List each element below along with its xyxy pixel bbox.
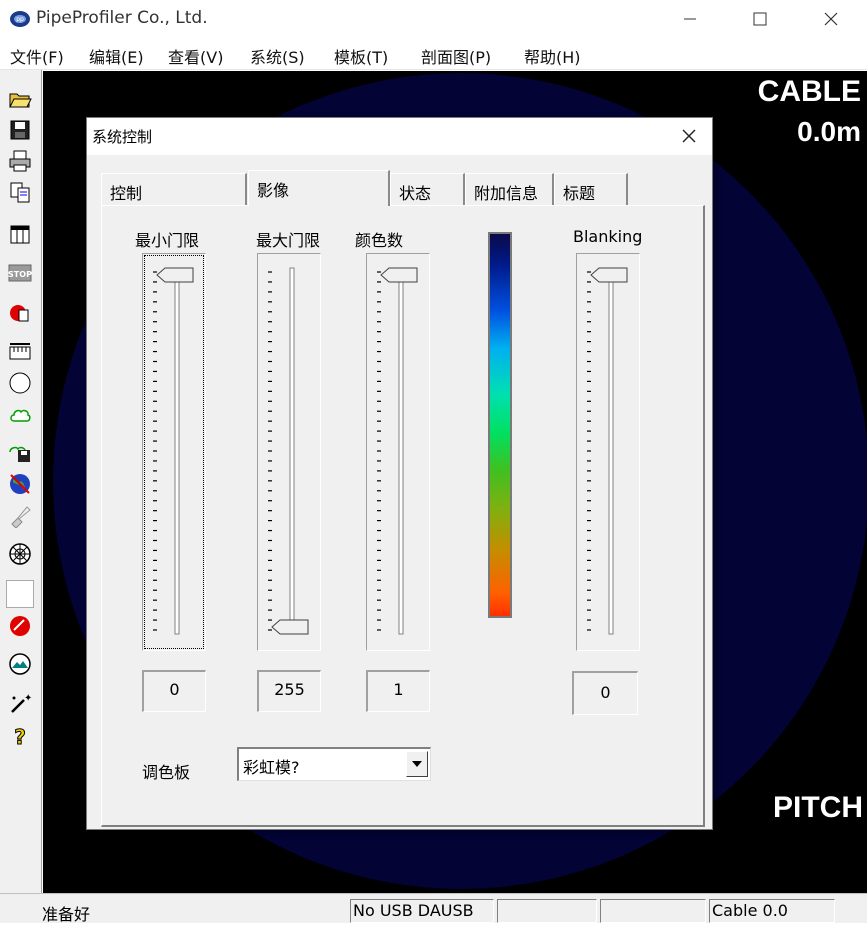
circle-icon[interactable] xyxy=(6,369,34,397)
color-palette-preview xyxy=(488,232,512,618)
calendar-icon[interactable] xyxy=(6,220,34,248)
min-threshold-value: 0 xyxy=(142,670,206,712)
menu-file[interactable]: 文件(F) xyxy=(10,44,64,68)
slider-thumb xyxy=(380,267,418,283)
dialog-close-button[interactable] xyxy=(676,123,702,149)
tab-status-label: 状态 xyxy=(399,184,432,203)
status-usb: No USB DAUSB xyxy=(350,899,494,923)
palette-selected-value: 彩虹模? xyxy=(243,758,300,777)
tab-status[interactable]: 状态 xyxy=(390,173,465,205)
slider-groove xyxy=(174,267,180,635)
stop-icon[interactable]: STOP xyxy=(6,259,34,287)
cable-value: 0.0m xyxy=(797,116,861,147)
brush-icon[interactable] xyxy=(6,502,34,530)
chevron-down-icon[interactable] xyxy=(406,751,428,777)
tab-extra-info[interactable]: 附加信息 xyxy=(465,173,554,205)
slider-track xyxy=(153,267,194,635)
svg-text:pp: pp xyxy=(16,16,24,23)
max-threshold-slider[interactable] xyxy=(257,253,321,651)
record-icon[interactable] xyxy=(6,299,34,327)
slider-groove xyxy=(608,267,614,635)
min-threshold-label: 最小门限 xyxy=(135,231,200,250)
app-logo-icon: pp xyxy=(9,9,31,29)
slider-track xyxy=(377,267,418,635)
pitch-label: PITCH xyxy=(773,791,863,824)
tab-image-label: 影像 xyxy=(257,181,290,200)
status-cable: Cable 0.0 xyxy=(709,899,835,923)
status-cell-3 xyxy=(497,899,597,923)
slider-track xyxy=(268,267,309,635)
blank-icon[interactable] xyxy=(6,580,34,608)
min-threshold-slider[interactable] xyxy=(142,253,206,651)
globe-icon[interactable] xyxy=(6,470,34,498)
slider-groove xyxy=(289,267,295,635)
tab-control-label: 控制 xyxy=(110,184,143,203)
tab-control[interactable]: 控制 xyxy=(101,173,247,205)
slider-thumb xyxy=(156,267,194,283)
svg-text:STOP: STOP xyxy=(8,270,32,279)
red-ball-icon[interactable] xyxy=(6,612,34,640)
open-folder-icon[interactable] xyxy=(6,85,34,113)
close-icon xyxy=(682,129,696,143)
save-disk-icon[interactable] xyxy=(6,116,34,144)
dialog-titlebar: 系统控制 xyxy=(87,118,712,155)
tab-caption[interactable]: 标题 xyxy=(554,173,628,205)
menu-template[interactable]: 模板(T) xyxy=(334,44,388,68)
window-titlebar: pp PipeProfiler Co., Ltd. xyxy=(0,0,867,38)
close-button[interactable] xyxy=(808,0,854,38)
window-title: PipeProfiler Co., Ltd. xyxy=(36,8,208,28)
slider-thumb xyxy=(271,619,309,635)
menu-profile[interactable]: 剖面图(P) xyxy=(421,44,491,68)
tab-caption-label: 标题 xyxy=(563,184,596,203)
ruler-icon[interactable] xyxy=(6,337,34,365)
status-ready-text: 准备好 xyxy=(42,905,91,924)
minimize-button[interactable] xyxy=(667,0,713,38)
palette-label: 调色板 xyxy=(142,763,191,782)
blanking-label: Blanking xyxy=(573,227,643,246)
status-cell-4 xyxy=(600,899,706,923)
max-threshold-label: 最大门限 xyxy=(256,231,321,250)
maximize-button[interactable] xyxy=(737,0,783,38)
palette-select[interactable]: 彩虹模? xyxy=(237,747,431,781)
menu-bar: 文件(F) 编辑(E) 查看(V) 系统(S) 模板(T) 剖面图(P) 帮助(… xyxy=(0,38,867,70)
blanking-value: 0 xyxy=(572,671,638,715)
magic-wand-icon[interactable]: ✦ xyxy=(6,690,34,718)
color-count-label: 颜色数 xyxy=(355,231,404,250)
slider-track xyxy=(587,267,628,635)
blanking-slider[interactable] xyxy=(576,253,640,651)
cable-label: CABLE xyxy=(757,75,861,108)
dialog-title: 系统控制 xyxy=(92,128,153,146)
help-icon[interactable]: ? xyxy=(6,722,34,750)
max-threshold-value: 255 xyxy=(257,670,321,712)
tab-extra-info-label: 附加信息 xyxy=(474,184,539,203)
system-control-dialog: 系统控制 控制 影像 状态 附加信息 标题 最小门限 最大门限 颜色数 Blan… xyxy=(86,117,713,830)
gauge-icon[interactable] xyxy=(6,650,34,678)
cloud-shape-icon[interactable] xyxy=(6,401,34,429)
svg-text:✦: ✦ xyxy=(24,693,32,704)
save-profile-icon[interactable] xyxy=(6,438,34,466)
status-bar: 准备好 No USB DAUSB Cable 0.0 xyxy=(0,893,867,924)
compass-icon[interactable] xyxy=(6,540,34,568)
menu-edit[interactable]: 编辑(E) xyxy=(89,44,144,68)
menu-view[interactable]: 查看(V) xyxy=(168,44,223,68)
tab-image[interactable]: 影像 xyxy=(248,170,390,206)
menu-system[interactable]: 系统(S) xyxy=(250,44,305,68)
slider-groove xyxy=(398,267,404,635)
color-count-slider[interactable] xyxy=(366,253,430,651)
color-count-value: 1 xyxy=(366,670,430,712)
slider-thumb xyxy=(590,267,628,283)
copy-icon[interactable] xyxy=(6,178,34,206)
toolbar: STOP ✦ ? xyxy=(0,70,42,893)
menu-help[interactable]: 帮助(H) xyxy=(524,44,581,68)
print-icon[interactable] xyxy=(6,147,34,175)
svg-text:?: ? xyxy=(14,725,26,748)
